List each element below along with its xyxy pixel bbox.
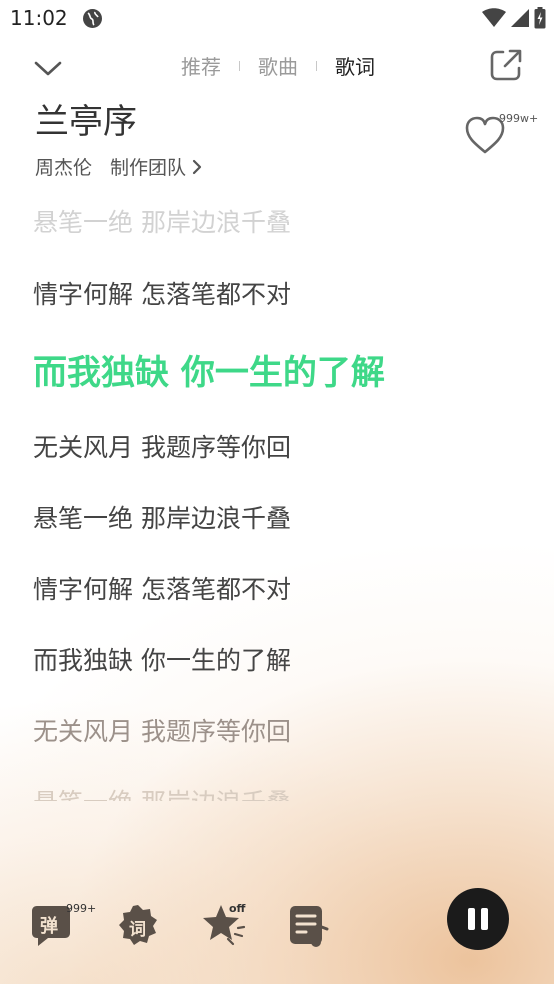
effects-button[interactable]: off: [200, 901, 248, 949]
battery-icon: [534, 7, 546, 29]
lyric-line[interactable]: 悬笔一绝 那岸边浪千叠: [33, 783, 291, 801]
lyric-line[interactable]: 情字何解 怎落笔都不对: [33, 570, 291, 606]
pause-icon: [481, 908, 488, 930]
lyric-line[interactable]: 悬笔一绝 那岸边浪千叠: [33, 499, 291, 535]
like-count: 999w+: [499, 112, 539, 125]
effects-badge: off: [229, 902, 246, 915]
artist-link[interactable]: 周杰伦: [35, 153, 92, 180]
globe-icon: [83, 9, 102, 28]
tab-recommend[interactable]: 推荐: [181, 51, 221, 80]
share-icon[interactable]: [488, 47, 524, 83]
status-bar: 11:02: [0, 0, 554, 38]
song-meta: 周杰伦 制作团队: [35, 153, 204, 180]
danmaku-button[interactable]: 弹 999+: [31, 902, 99, 950]
tab-divider: [239, 60, 240, 71]
tab-lyrics[interactable]: 歌词: [335, 51, 375, 80]
danmaku-label: 弹: [40, 916, 58, 937]
status-time: 11:02: [10, 6, 68, 30]
pause-icon: [468, 908, 475, 930]
chevron-right-icon: [192, 159, 202, 174]
chevron-down-icon[interactable]: [30, 50, 66, 86]
song-title: 兰亭序: [35, 102, 137, 142]
nav-tabs: 推荐 歌曲 歌词: [181, 51, 375, 80]
playlist-button[interactable]: [288, 904, 332, 948]
tab-song[interactable]: 歌曲: [258, 51, 298, 80]
credits-link[interactable]: 制作团队: [110, 153, 204, 180]
danmaku-count: 999+: [66, 902, 97, 915]
lyric-line[interactable]: 而我独缺 你一生的了解: [33, 641, 291, 677]
lyric-line-current[interactable]: 而我独缺 你一生的了解: [33, 345, 385, 394]
wifi-icon: [482, 8, 506, 27]
lyric-poster-button[interactable]: 词: [118, 904, 158, 946]
pause-button[interactable]: [447, 888, 509, 950]
lyric-line[interactable]: 无关风月 我题序等你回: [33, 428, 291, 464]
top-nav: 推荐 歌曲 歌词: [0, 44, 554, 88]
credits-label: 制作团队: [110, 157, 187, 179]
lyric-poster-label: 词: [129, 920, 146, 940]
playlist-music-icon: [290, 906, 329, 947]
lyric-line[interactable]: 无关风月 我题序等你回: [33, 712, 291, 748]
lyric-line[interactable]: 悬笔一绝 那岸边浪千叠: [33, 203, 291, 239]
tab-divider: [316, 60, 317, 71]
lyric-line[interactable]: 情字何解 怎落笔都不对: [33, 275, 291, 311]
signal-icon: [511, 9, 529, 27]
